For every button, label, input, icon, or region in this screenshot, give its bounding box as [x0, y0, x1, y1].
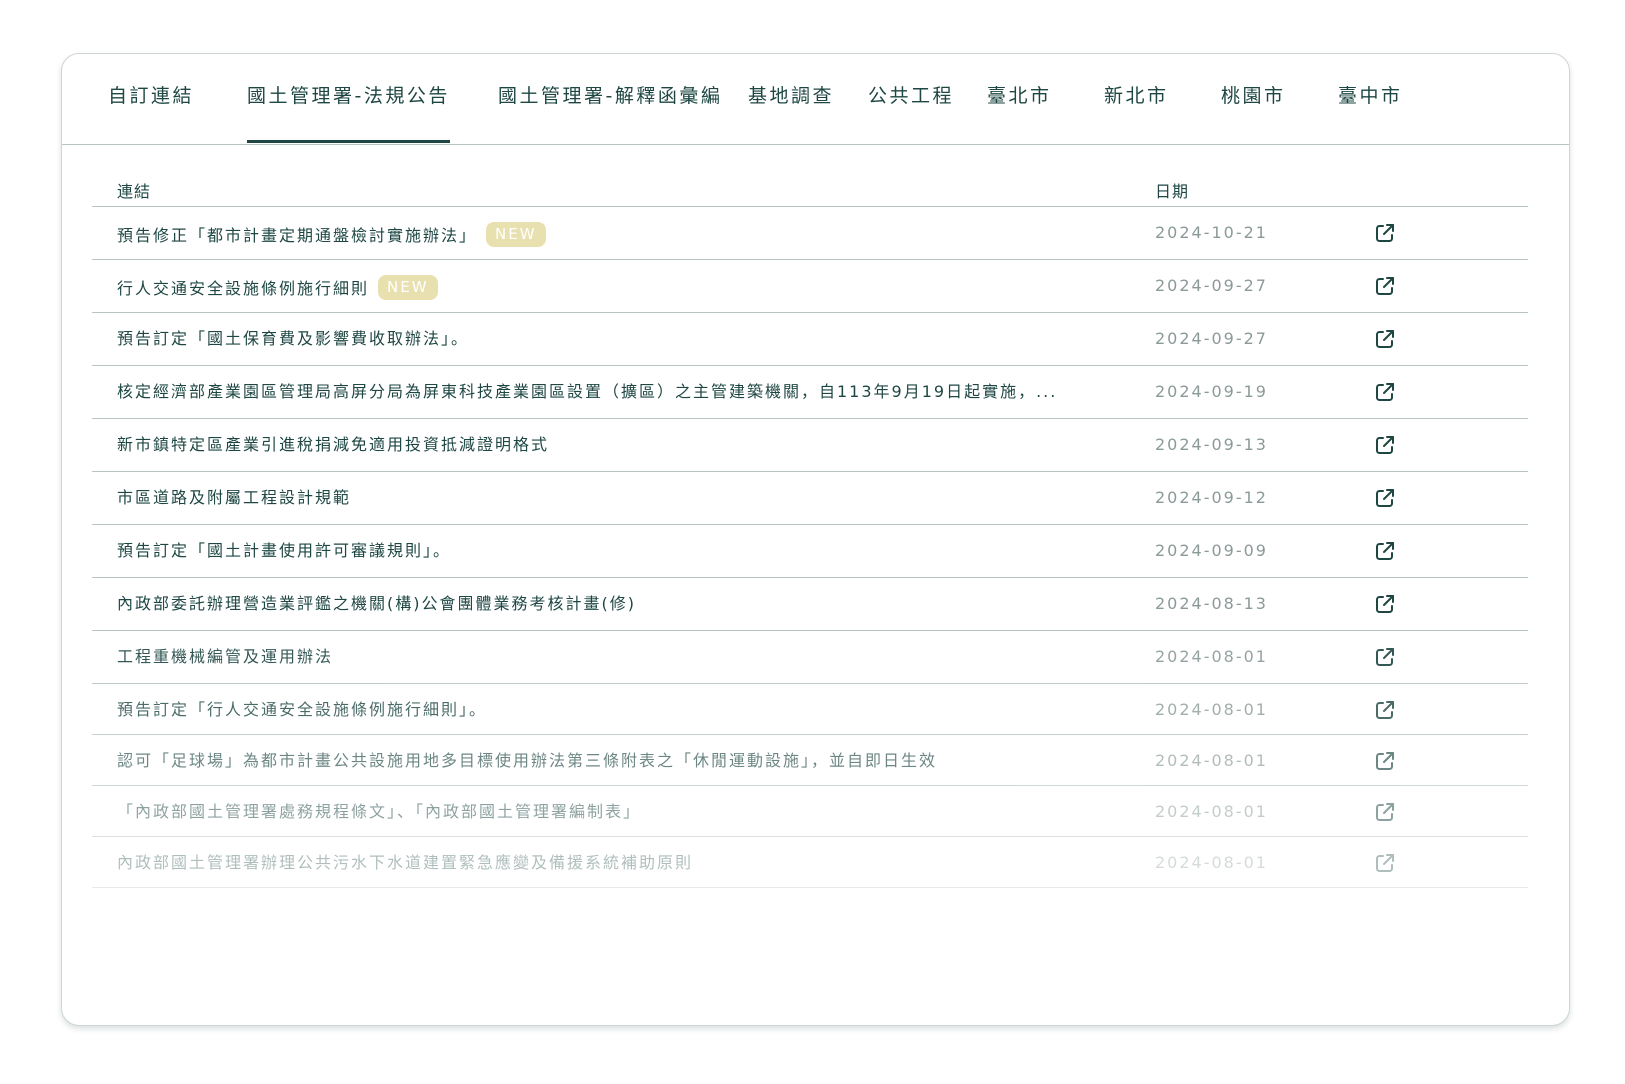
row-date: 2024-08-01 [1155, 853, 1268, 872]
table-row: 行人交通安全設施條例施行細則 NEW 2024-09-27 [92, 260, 1528, 313]
row-date: 2024-09-27 [1155, 329, 1268, 348]
row-title-text: 行人交通安全設施條例施行細則 [117, 279, 370, 298]
table-header: 連結 日期 [92, 182, 1528, 207]
tab-site-survey[interactable]: 基地調查 [748, 87, 834, 106]
external-link-icon[interactable] [1374, 593, 1396, 615]
external-link-icon[interactable] [1374, 852, 1396, 874]
new-badge: NEW [486, 222, 546, 247]
row-title-link[interactable]: 預告訂定「國土計畫使用許可審議規則」。 [117, 543, 451, 559]
external-link-icon[interactable] [1374, 540, 1396, 562]
row-date: 2024-08-01 [1155, 802, 1268, 821]
table-body: 預告修正「都市計畫定期通盤檢討實施辦法」 NEW 2024-10-21 行人交通安全設… [92, 207, 1528, 888]
table-row: 工程重機械編管及運用辦法 2024-08-01 [92, 631, 1528, 684]
row-date: 2024-08-01 [1155, 751, 1268, 770]
new-badge: NEW [378, 275, 438, 300]
table-row: 市區道路及附屬工程設計規範 2024-09-12 [92, 472, 1528, 525]
tab-new-taipei[interactable]: 新北市 [1104, 87, 1169, 106]
row-title-link[interactable]: 預告修正「都市計畫定期通盤檢討實施辦法」 NEW [117, 222, 546, 247]
table-row: 預告訂定「行人交通安全設施條例施行細則」。 2024-08-01 [92, 684, 1528, 735]
row-date: 2024-10-21 [1155, 223, 1268, 242]
regulations-table: 連結 日期 預告修正「都市計畫定期通盤檢討實施辦法」 NEW 2024-10-21 行… [92, 182, 1528, 888]
row-title-link[interactable]: 預告訂定「行人交通安全設施條例施行細則」。 [117, 702, 487, 718]
external-link-icon[interactable] [1374, 801, 1396, 823]
row-title-text: 工程重機械編管及運用辦法 [117, 647, 334, 666]
row-date: 2024-08-01 [1155, 647, 1268, 666]
row-title-text: 預告訂定「行人交通安全設施條例施行細則」。 [117, 700, 488, 719]
row-title-text: 內政部國土管理署辦理公共污水下水道建置緊急應變及備援系統補助原則 [117, 853, 694, 872]
row-title-link[interactable]: 核定經濟部產業園區管理局高屏分局為屏東科技產業園區設置（擴區）之主管建築機關，自… [117, 384, 1057, 400]
external-link-icon[interactable] [1374, 222, 1396, 244]
row-title-text: 預告訂定「國土保育費及影響費收取辦法」。 [117, 329, 470, 348]
tab-bar: 自訂連結 國土管理署-法規公告 國土管理署-解釋函彙編 基地調查 公共工程 臺北… [62, 54, 1569, 145]
row-title-link[interactable]: 預告訂定「國土保育費及影響費收取辦法」。 [117, 331, 469, 347]
row-date: 2024-09-13 [1155, 435, 1268, 454]
external-link-icon[interactable] [1374, 750, 1396, 772]
row-title-text: 核定經濟部產業園區管理局高屏分局為屏東科技產業園區設置（擴區）之主管建築機關，自… [117, 382, 1058, 401]
table-row: 核定經濟部產業園區管理局高屏分局為屏東科技產業園區設置（擴區）之主管建築機關，自… [92, 366, 1528, 419]
table-row: 認可「足球場」為都市計畫公共設施用地多目標使用辦法第三條附表之「休閒運動設施」，… [92, 735, 1528, 786]
row-title-text: 認可「足球場」為都市計畫公共設施用地多目標使用辦法第三條附表之「休閒運動設施」，… [117, 751, 938, 770]
table-row: 「內政部國土管理署處務規程條文」、「內政部國土管理署編制表」 2024-08-01 [92, 786, 1528, 837]
row-title-text: 新市鎮特定區產業引進稅捐減免適用投資抵減證明格式 [117, 435, 550, 454]
tab-taoyuan[interactable]: 桃園市 [1221, 87, 1286, 106]
row-date: 2024-09-19 [1155, 382, 1268, 401]
table-row: 預告訂定「國土保育費及影響費收取辦法」。 2024-09-27 [92, 313, 1528, 366]
row-title-link[interactable]: 內政部委託辦理營造業評鑑之機關(構)公會團體業務考核計畫(修) [117, 596, 636, 612]
row-title-link[interactable]: 內政部國土管理署辦理公共污水下水道建置緊急應變及備援系統補助原則 [117, 855, 693, 871]
row-date: 2024-09-09 [1155, 541, 1268, 560]
tab-regulations[interactable]: 國土管理署-法規公告 [247, 87, 450, 143]
row-title-link[interactable]: 認可「足球場」為都市計畫公共設施用地多目標使用辦法第三條附表之「休閒運動設施」，… [117, 753, 937, 769]
row-date: 2024-09-27 [1155, 276, 1268, 295]
row-date: 2024-08-01 [1155, 700, 1268, 719]
table-row: 預告修正「都市計畫定期通盤檢討實施辦法」 NEW 2024-10-21 [92, 207, 1528, 260]
column-header-date: 日期 [1155, 182, 1190, 201]
row-title-text: 「內政部國土管理署處務規程條文」、「內政部國土管理署編制表」 [117, 802, 642, 821]
tab-interpretations[interactable]: 國土管理署-解釋函彙編 [498, 87, 722, 106]
row-title-link[interactable]: 新市鎮特定區產業引進稅捐減免適用投資抵減證明格式 [117, 437, 549, 453]
table-row: 內政部委託辦理營造業評鑑之機關(構)公會團體業務考核計畫(修) 2024-08-1… [92, 578, 1528, 631]
row-title-link[interactable]: 「內政部國土管理署處務規程條文」、「內政部國土管理署編制表」 [117, 804, 641, 820]
tab-taipei[interactable]: 臺北市 [987, 87, 1052, 106]
external-link-icon[interactable] [1374, 487, 1396, 509]
row-date: 2024-09-12 [1155, 488, 1268, 507]
external-link-icon[interactable] [1374, 646, 1396, 668]
tab-taichung[interactable]: 臺中市 [1338, 87, 1403, 106]
table-row: 內政部國土管理署辦理公共污水下水道建置緊急應變及備援系統補助原則 2024-08-… [92, 837, 1528, 888]
external-link-icon[interactable] [1374, 381, 1396, 403]
external-link-icon[interactable] [1374, 434, 1396, 456]
links-panel: 自訂連結 國土管理署-法規公告 國土管理署-解釋函彙編 基地調查 公共工程 臺北… [61, 53, 1570, 1026]
row-title-text: 內政部委託辦理營造業評鑑之機關(構)公會團體業務考核計畫(修) [117, 594, 636, 613]
external-link-icon[interactable] [1374, 328, 1396, 350]
row-title-link[interactable]: 市區道路及附屬工程設計規範 [117, 490, 351, 506]
row-title-link[interactable]: 工程重機械編管及運用辦法 [117, 649, 333, 665]
column-header-link: 連結 [117, 182, 152, 201]
row-title-text: 預告修正「都市計畫定期通盤檢討實施辦法」 [117, 226, 478, 245]
external-link-icon[interactable] [1374, 275, 1396, 297]
row-title-link[interactable]: 行人交通安全設施條例施行細則 NEW [117, 275, 438, 300]
table-row: 預告訂定「國土計畫使用許可審議規則」。 2024-09-09 [92, 525, 1528, 578]
row-date: 2024-08-13 [1155, 594, 1268, 613]
row-title-text: 市區道路及附屬工程設計規範 [117, 488, 352, 507]
tab-public-works[interactable]: 公共工程 [868, 87, 954, 106]
row-title-text: 預告訂定「國土計畫使用許可審議規則」。 [117, 541, 452, 560]
tab-custom-links[interactable]: 自訂連結 [108, 87, 194, 106]
external-link-icon[interactable] [1374, 699, 1396, 721]
table-row: 新市鎮特定區產業引進稅捐減免適用投資抵減證明格式 2024-09-13 [92, 419, 1528, 472]
